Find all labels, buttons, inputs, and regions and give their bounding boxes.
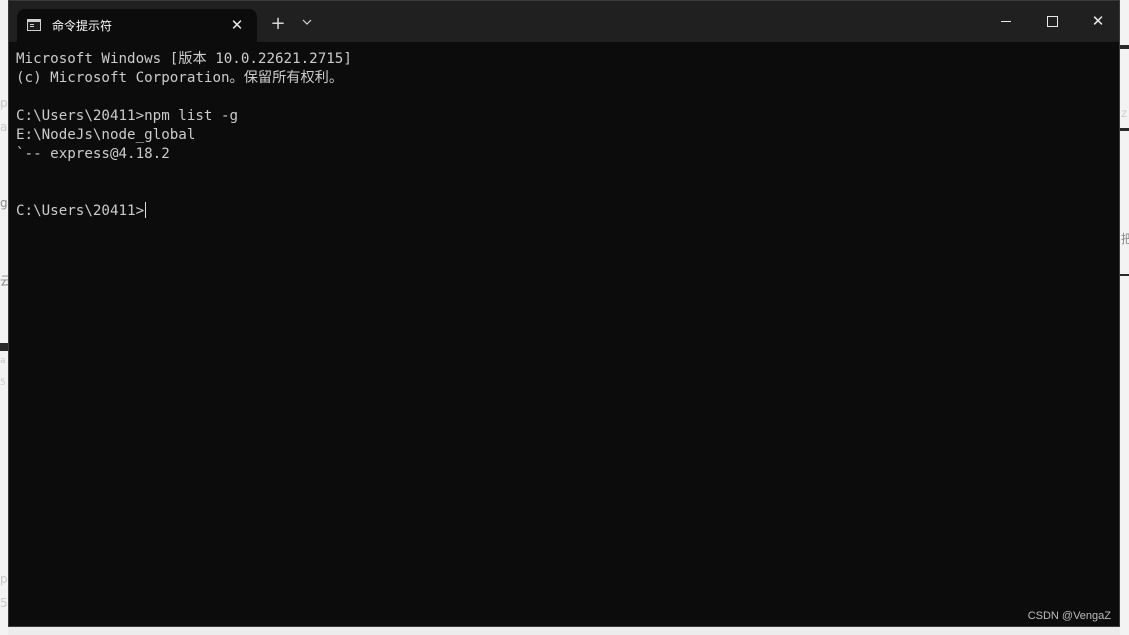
maximize-button[interactable] (1029, 1, 1075, 42)
close-button[interactable]: ✕ (1075, 1, 1119, 42)
console-line: `-- express@4.18.2 (16, 146, 170, 162)
minimize-icon (1001, 21, 1011, 22)
terminal-window: 命令提示符 ✕ + ✕ Microsoft Windows [版本 10.0.2… (8, 0, 1120, 627)
tab-title: 命令提示符 (52, 19, 113, 33)
background-text-fragment: 5 (0, 596, 8, 610)
desktop: p a g 云 a 5 Z 把 p 5 命令提示符 ✕ + ✕ Microsof… (0, 0, 1129, 635)
background-dark-band-right-2 (1120, 128, 1129, 131)
console-prompt-line[interactable]: C:\Users\20411> (16, 202, 1106, 221)
tab-command-prompt[interactable]: 命令提示符 ✕ (17, 9, 257, 42)
maximize-icon (1046, 16, 1058, 27)
title-bar[interactable]: 命令提示符 ✕ + ✕ (9, 1, 1119, 42)
background-dark-band (0, 343, 8, 351)
tab-close-icon[interactable]: ✕ (227, 15, 247, 35)
close-icon: ✕ (1091, 12, 1105, 30)
console-line: C:\Users\20411>npm list -g (16, 108, 239, 124)
console-line: (c) Microsoft Corporation。保留所有权利。 (16, 70, 344, 86)
text-cursor (145, 202, 147, 218)
new-tab-button[interactable]: + (267, 13, 289, 35)
chevron-down-glyph (302, 19, 312, 25)
console-output[interactable]: Microsoft Windows [版本 10.0.22621.2715] (… (16, 50, 1106, 221)
watermark: CSDN @VengaZ (1027, 610, 1111, 622)
background-dark-band-right-3 (1120, 274, 1129, 276)
background-dark-band-right (1120, 45, 1129, 49)
terminal-app-icon (27, 19, 41, 31)
background-window-right (1120, 0, 1129, 635)
background-text-fragment: 把 (1121, 232, 1129, 246)
background-text-fragment: a (0, 120, 8, 134)
background-text-fragment: a (0, 356, 6, 366)
console-line: Microsoft Windows [版本 10.0.22621.2715] (16, 51, 352, 67)
background-text-fragment: 5 (0, 378, 6, 388)
minimize-button[interactable] (983, 1, 1029, 42)
chevron-down-icon[interactable] (296, 13, 318, 35)
background-text-fragment: p (0, 572, 8, 586)
console-prompt: C:\Users\20411> (16, 203, 145, 219)
background-text-fragment: p (0, 96, 8, 110)
background-text-fragment: Z (1121, 110, 1128, 120)
console-line: E:\NodeJs\node_global (16, 127, 196, 143)
background-text-fragment: g (0, 196, 8, 210)
